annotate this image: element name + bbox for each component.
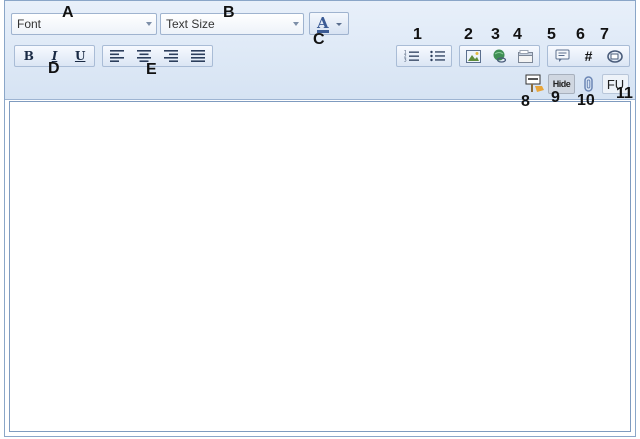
extra-tools-group: Hide FU: [520, 73, 630, 95]
spoiler-button[interactable]: [521, 74, 548, 94]
annotation-9: 9: [551, 89, 560, 106]
unordered-list-button[interactable]: [424, 47, 450, 65]
attachment-button[interactable]: [575, 74, 602, 94]
spoiler-icon: [525, 74, 544, 92]
annotation-10: 10: [577, 92, 595, 109]
hashtag-button[interactable]: #: [575, 47, 601, 65]
chevron-down-icon: [293, 22, 299, 26]
editor-text-area[interactable]: [9, 101, 631, 432]
annotation-a: A: [62, 4, 74, 21]
annotation-2: 2: [464, 26, 473, 43]
underline-icon: U: [74, 49, 86, 63]
annotation-c: C: [313, 31, 325, 48]
misc-group: #: [547, 45, 630, 67]
annotation-d: D: [48, 60, 60, 77]
chevron-down-icon: [336, 23, 342, 26]
attachment-icon: [583, 76, 593, 92]
align-right-button[interactable]: [158, 47, 185, 65]
table-icon: [517, 49, 533, 63]
quote-icon: [555, 49, 570, 62]
editor-frame: Font Text Size A B I U 1 2 3 # Hide FU: [4, 0, 636, 437]
annotation-6: 6: [576, 26, 585, 43]
justify-button[interactable]: [184, 47, 211, 65]
align-left-button[interactable]: [104, 47, 131, 65]
annotation-b: B: [223, 4, 235, 21]
annotation-e: E: [146, 61, 157, 78]
hash-icon: #: [584, 48, 593, 64]
ordered-list-icon: 1 2 3: [404, 50, 419, 62]
unordered-list-icon: [429, 50, 445, 62]
annotation-4: 4: [513, 26, 522, 43]
annotation-11: 11: [616, 85, 633, 102]
annotation-3: 3: [491, 26, 500, 43]
ordered-list-button[interactable]: 1 2 3: [398, 47, 424, 65]
editor-toolbar: Font Text Size A B I U 1 2 3 # Hide FU: [5, 1, 635, 100]
bold-button[interactable]: B: [16, 47, 42, 65]
insert-table-button[interactable]: [512, 47, 538, 65]
link-globe-icon: [493, 49, 507, 63]
annotation-8: 8: [521, 93, 530, 110]
align-left-icon: [110, 50, 125, 62]
annotation-7: 7: [600, 26, 609, 43]
annotation-5: 5: [547, 26, 556, 43]
list-group: 1 2 3: [396, 45, 452, 67]
email-button[interactable]: [602, 47, 628, 65]
font-dropdown-value: Font: [17, 17, 42, 31]
quote-button[interactable]: [549, 47, 575, 65]
svg-text:3: 3: [404, 58, 407, 63]
email-icon: [607, 49, 623, 63]
alignment-group: [102, 45, 213, 67]
chevron-down-icon: [146, 22, 152, 26]
font-dropdown[interactable]: Font: [11, 13, 157, 35]
annotation-1: 1: [413, 26, 422, 43]
underline-button[interactable]: U: [67, 47, 93, 65]
text-size-dropdown-value: Text Size: [166, 17, 215, 31]
insert-image-button[interactable]: [461, 47, 487, 65]
hide-icon: Hide: [552, 79, 571, 89]
align-right-icon: [163, 50, 178, 62]
justify-icon: [190, 50, 205, 62]
media-group: [459, 45, 540, 67]
bold-icon: B: [23, 49, 34, 63]
image-icon: [466, 49, 482, 63]
insert-link-button[interactable]: [487, 47, 513, 65]
